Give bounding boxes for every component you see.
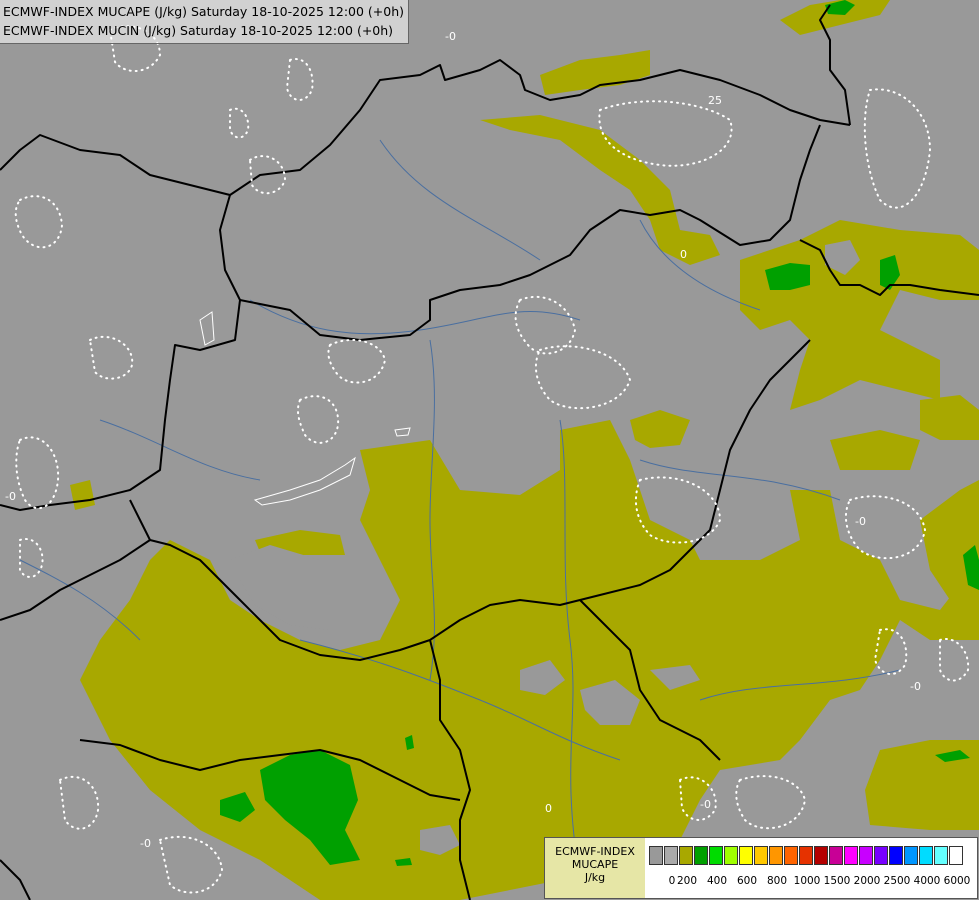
- legend-swatch: [829, 846, 843, 865]
- contour-label: 0: [545, 802, 552, 815]
- legend-swatch: [694, 846, 708, 865]
- legend-swatch: [949, 846, 963, 865]
- legend-swatch: [889, 846, 903, 865]
- contour-label: -0: [5, 490, 16, 503]
- map-stage: -0 0 25 -0 -0 0 -0 -0 -0 ECMWF-INDEX MUC…: [0, 0, 979, 900]
- legend-swatch: [649, 846, 663, 865]
- legend-swatch: [859, 846, 873, 865]
- contour-label: 0: [680, 248, 687, 261]
- contour-label: -0: [855, 515, 866, 528]
- legend-swatch: [784, 846, 798, 865]
- legend-tick-label: 200: [676, 875, 698, 887]
- title-line-mucape: ECMWF-INDEX MUCAPE (J/kg) Saturday 18-10…: [3, 4, 405, 19]
- legend-swatch: [664, 846, 678, 865]
- legend-tick-label: 800: [766, 875, 788, 887]
- legend-tick-label: 1000: [793, 875, 821, 887]
- legend-swatch: [769, 846, 783, 865]
- legend-tick-label: 4000: [913, 875, 941, 887]
- legend-swatch: [799, 846, 813, 865]
- legend-swatch: [874, 846, 888, 865]
- legend-tick-label: 0: [668, 875, 676, 887]
- legend: ECMWF-INDEX MUCAPE J/kg 0 200 400 600 800 100…: [544, 837, 978, 899]
- contour-label: 25: [708, 94, 722, 107]
- mucape-map: -0 0 25 -0 -0 0 -0 -0 -0: [0, 0, 979, 900]
- title-box: ECMWF-INDEX MUCAPE (J/kg) Saturday 18-10…: [0, 0, 410, 44]
- legend-swatch: [709, 846, 723, 865]
- legend-swatch: [724, 846, 738, 865]
- legend-label-line3: J/kg: [584, 871, 606, 884]
- legend-label: ECMWF-INDEX MUCAPE J/kg: [545, 838, 645, 898]
- contour-label: -0: [140, 837, 151, 850]
- legend-color-bar: [649, 846, 964, 866]
- legend-swatch: [754, 846, 768, 865]
- legend-swatch: [844, 846, 858, 865]
- legend-swatch: [904, 846, 918, 865]
- legend-tick-label: 400: [706, 875, 728, 887]
- legend-tick-label: 600: [736, 875, 758, 887]
- legend-swatch: [814, 846, 828, 865]
- contour-label: -0: [700, 798, 711, 811]
- title-line-mucin: ECMWF-INDEX MUCIN (J/kg) Saturday 18-10-…: [3, 23, 394, 38]
- legend-tick-label: 2500: [883, 875, 911, 887]
- legend-tick-label: 2000: [853, 875, 881, 887]
- legend-label-line2: MUCAPE: [571, 858, 619, 871]
- contour-label: -0: [445, 30, 456, 43]
- legend-label-line1: ECMWF-INDEX: [555, 845, 635, 858]
- legend-tick-label: 6000: [943, 875, 971, 887]
- legend-ticks: 0 200 400 600 800 1000 1500 2000 2500 4000 6000: [649, 875, 974, 889]
- legend-swatch: [739, 846, 753, 865]
- legend-swatch: [679, 846, 693, 865]
- legend-tick-label: 1500: [823, 875, 851, 887]
- legend-swatch: [919, 846, 933, 865]
- legend-swatch: [934, 846, 948, 865]
- contour-label: -0: [910, 680, 921, 693]
